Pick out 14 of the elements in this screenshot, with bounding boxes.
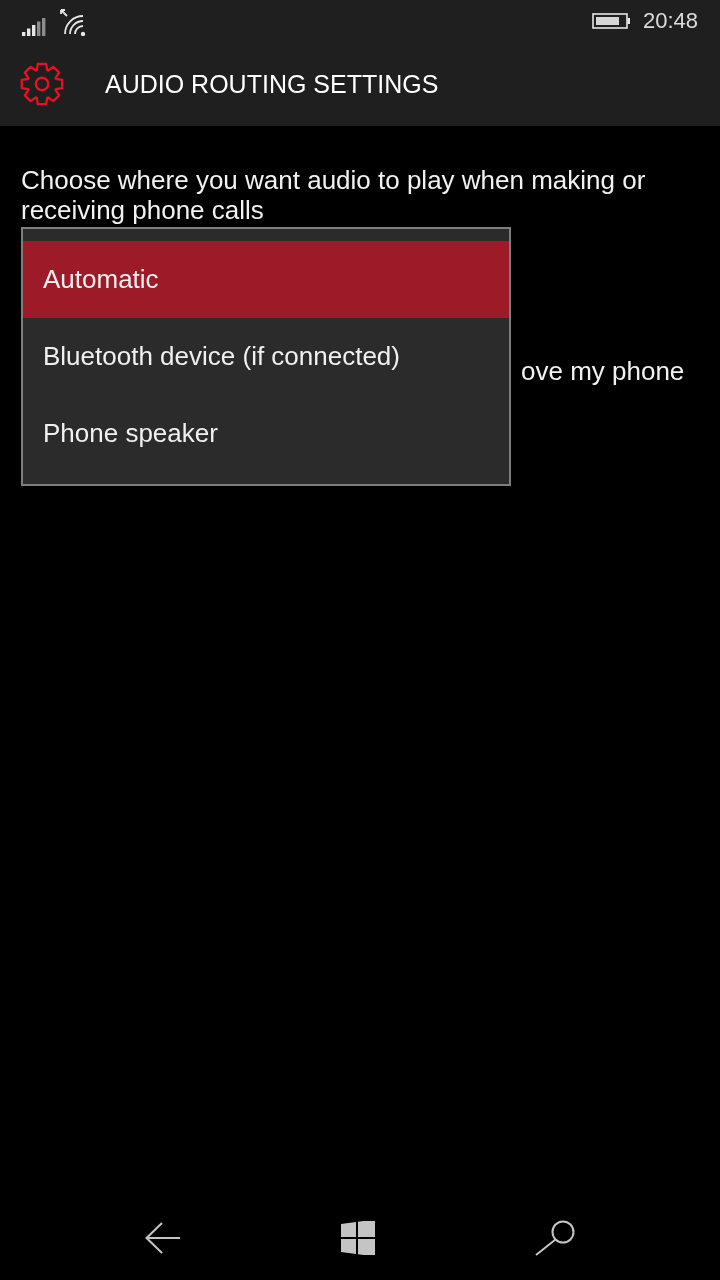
dropdown-option[interactable]: Phone speaker — [23, 395, 509, 472]
page-title: AUDIO ROUTING SETTINGS — [105, 69, 439, 99]
signal-icon — [22, 18, 46, 36]
dropdown-option[interactable]: Automatic — [23, 241, 509, 318]
gear-icon — [19, 61, 65, 107]
search-icon[interactable] — [535, 1220, 575, 1256]
wifi-icon — [60, 9, 86, 36]
setting-label: ove my phone — [521, 356, 685, 386]
battery-icon — [591, 13, 630, 29]
dropdown-option[interactable]: Bluetooth device (if connected) — [23, 318, 509, 395]
clock-time: 20:48 — [642, 8, 698, 34]
four-panes-icon[interactable] — [341, 1221, 375, 1255]
back-icon[interactable] — [145, 1222, 181, 1254]
description-text: Choose where you want audio to play when making or receiving phone calls — [21, 165, 647, 225]
